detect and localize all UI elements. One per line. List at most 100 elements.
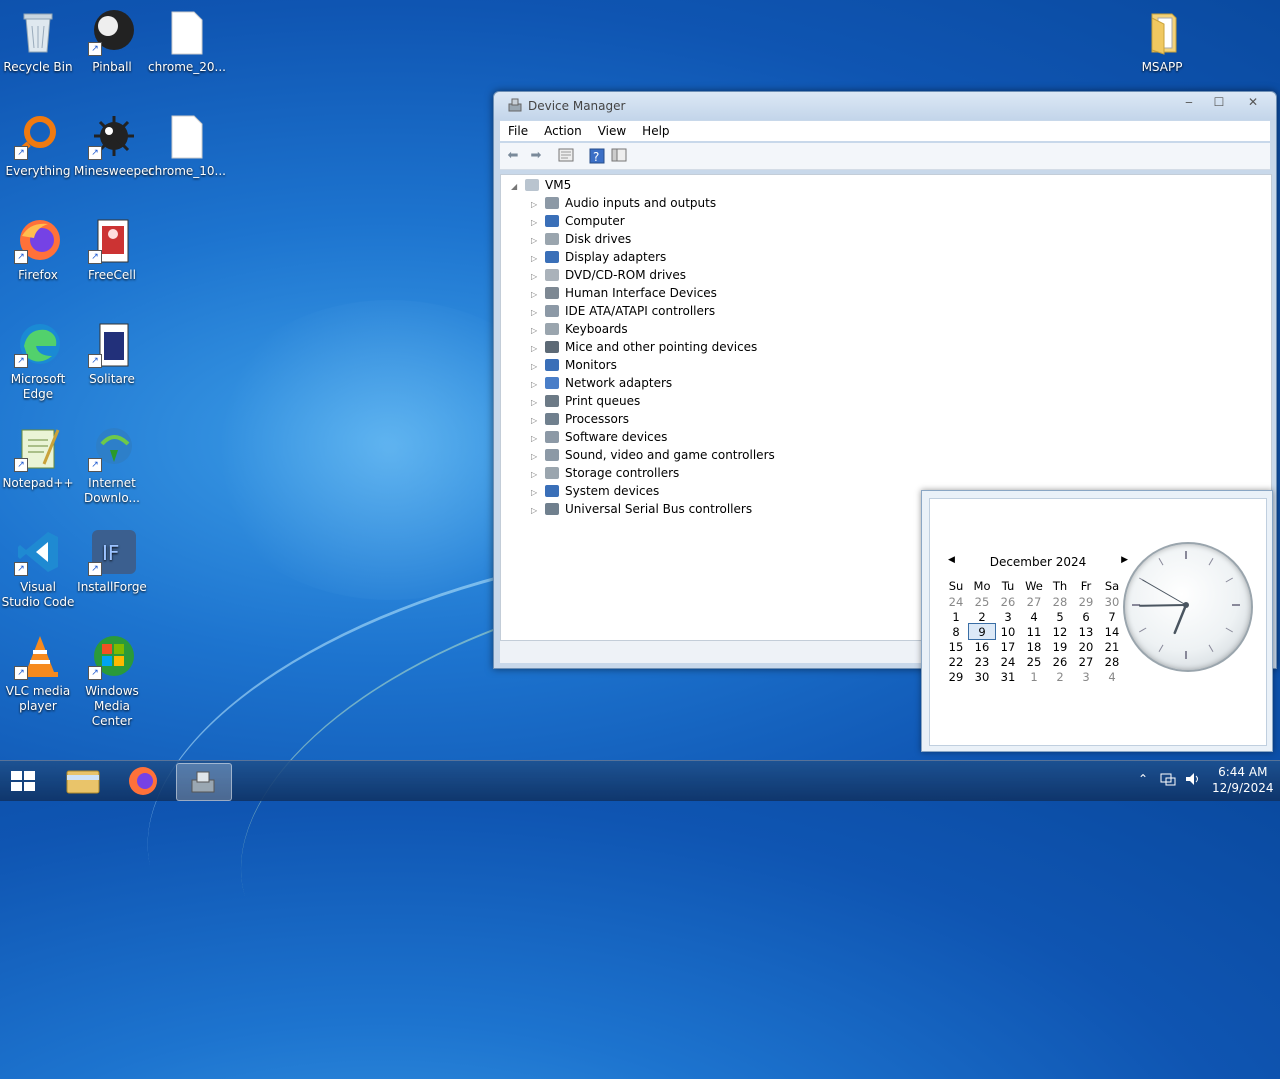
tree-category[interactable]: ▷ Sound, video and game controllers <box>531 446 775 464</box>
desktop-icon-recycle-bin[interactable]: Recycle Bin <box>0 4 76 75</box>
tree-category[interactable]: ▷ Disk drives <box>531 230 631 248</box>
calendar-day[interactable]: 16 <box>969 639 995 654</box>
calendar-day[interactable]: 3 <box>995 609 1021 624</box>
calendar-day[interactable]: 30 <box>969 669 995 684</box>
tree-category[interactable]: ▷ Computer <box>531 212 625 230</box>
calendar-day[interactable]: 17 <box>995 639 1021 654</box>
tree-category[interactable]: ▷ Keyboards <box>531 320 628 338</box>
volume-icon[interactable] <box>1184 771 1200 790</box>
desktop-icon-freecell[interactable]: ↗ FreeCell <box>74 212 150 283</box>
help-icon[interactable]: ? <box>588 148 606 164</box>
properties-icon[interactable] <box>557 148 575 164</box>
show-hide-console-icon[interactable] <box>610 148 628 164</box>
back-arrow-icon[interactable]: ⬅ <box>504 148 522 164</box>
desktop-icon-solitaire[interactable]: ↗ Solitare <box>74 316 150 387</box>
collapse-arrow-icon[interactable]: ◢ <box>511 178 521 196</box>
calendar-day[interactable]: 24 <box>943 594 969 609</box>
title-bar[interactable]: Device Manager ‒ ☐ ✕ <box>494 92 1276 120</box>
calendar-day[interactable]: 29 <box>1073 594 1099 609</box>
tree-category[interactable]: ▷ System devices <box>531 482 659 500</box>
desktop-icon-pinball[interactable]: ↗ Pinball <box>74 4 150 75</box>
tree-category[interactable]: ▷ Processors <box>531 410 629 428</box>
chevron-up-icon[interactable]: ⌃ <box>1138 772 1148 786</box>
desktop-icon-notepadpp[interactable]: ↗ Notepad++ <box>0 420 76 491</box>
desktop-icon-media-center[interactable]: ↗ Windows Media Center <box>74 628 150 729</box>
calendar-day[interactable]: 31 <box>995 669 1021 684</box>
calendar-day[interactable]: 1 <box>943 609 969 624</box>
calendar-day[interactable]: 9 <box>968 623 996 640</box>
calendar-day[interactable]: 30 <box>1099 594 1125 609</box>
desktop-icon-minesweeper[interactable]: ↗ Minesweeper <box>74 108 153 179</box>
tree-category[interactable]: ▷ IDE ATA/ATAPI controllers <box>531 302 715 320</box>
calendar-day[interactable]: 5 <box>1047 609 1073 624</box>
calendar-day[interactable]: 28 <box>1099 654 1125 669</box>
calendar-day[interactable]: 28 <box>1047 594 1073 609</box>
desktop-icon-everything[interactable]: ↗ Everything <box>0 108 76 179</box>
calendar-day[interactable]: 26 <box>1047 654 1073 669</box>
calendar-day[interactable]: 26 <box>995 594 1021 609</box>
calendar-day[interactable]: 23 <box>969 654 995 669</box>
desktop-icon-installforge[interactable]: IF ↗ InstallForge <box>74 524 150 595</box>
tree-category[interactable]: ▷ Storage controllers <box>531 464 679 482</box>
menu-view[interactable]: View <box>590 121 634 138</box>
calendar-month-label[interactable]: December 2024 <box>948 555 1128 569</box>
taskbar-file-explorer[interactable] <box>56 763 110 799</box>
calendar-day[interactable]: 3 <box>1073 669 1099 684</box>
calendar-day[interactable]: 25 <box>969 594 995 609</box>
tree-root-vm5[interactable]: ◢ VM5 <box>511 176 571 194</box>
calendar-day[interactable]: 29 <box>943 669 969 684</box>
tree-category[interactable]: ▷ Monitors <box>531 356 617 374</box>
desktop-icon-chrome-20[interactable]: chrome_20... <box>148 4 226 75</box>
desktop-icon-vlc[interactable]: ↗ VLC media player <box>0 628 76 714</box>
tree-category[interactable]: ▷ Software devices <box>531 428 667 446</box>
calendar-day[interactable]: 27 <box>1021 594 1047 609</box>
tree-category[interactable]: ▷ Print queues <box>531 392 640 410</box>
network-icon[interactable] <box>1160 771 1176 790</box>
calendar-day[interactable]: 18 <box>1021 639 1047 654</box>
calendar-day[interactable]: 12 <box>1047 624 1073 639</box>
calendar-day[interactable]: 25 <box>1021 654 1047 669</box>
desktop-icon-idm[interactable]: ↗ Internet Downlo... <box>74 420 150 506</box>
start-button[interactable] <box>0 763 46 799</box>
forward-arrow-icon[interactable]: ➡ <box>527 148 545 164</box>
tree-category[interactable]: ▷ Mice and other pointing devices <box>531 338 757 356</box>
calendar-day[interactable]: 4 <box>1099 669 1125 684</box>
desktop-icon-edge[interactable]: ↗ Microsoft Edge <box>0 316 76 402</box>
close-button[interactable]: ✕ <box>1238 94 1268 110</box>
calendar-day[interactable]: 22 <box>943 654 969 669</box>
menu-file[interactable]: File <box>500 121 536 138</box>
expand-arrow-icon[interactable]: ▷ <box>531 502 541 520</box>
tray-clock[interactable]: 6:44 AM 12/9/2024 <box>1212 764 1274 796</box>
menu-help[interactable]: Help <box>634 121 677 138</box>
calendar-day[interactable]: 13 <box>1073 624 1099 639</box>
calendar-day[interactable]: 8 <box>943 624 969 639</box>
calendar-day[interactable]: 6 <box>1073 609 1099 624</box>
calendar-day[interactable]: 19 <box>1047 639 1073 654</box>
calendar-day[interactable]: 27 <box>1073 654 1099 669</box>
calendar-day[interactable]: 2 <box>969 609 995 624</box>
calendar-day[interactable]: 2 <box>1047 669 1073 684</box>
calendar-day[interactable]: 1 <box>1021 669 1047 684</box>
tree-category[interactable]: ▷ Display adapters <box>531 248 666 266</box>
tree-category[interactable]: ▷ Human Interface Devices <box>531 284 717 302</box>
calendar-day[interactable]: 4 <box>1021 609 1047 624</box>
calendar-day[interactable]: 11 <box>1021 624 1047 639</box>
desktop-icon-vscode[interactable]: ↗ Visual Studio Code <box>0 524 76 610</box>
calendar-day[interactable]: 21 <box>1099 639 1125 654</box>
calendar-day[interactable]: 14 <box>1099 624 1125 639</box>
minimize-button[interactable]: ‒ <box>1174 94 1204 110</box>
desktop-icon-chrome-10[interactable]: chrome_10... <box>148 108 226 179</box>
menu-action[interactable]: Action <box>536 121 590 138</box>
calendar-day[interactable]: 10 <box>995 624 1021 639</box>
calendar-day[interactable]: 20 <box>1073 639 1099 654</box>
calendar-day[interactable]: 24 <box>995 654 1021 669</box>
calendar-day[interactable]: 15 <box>943 639 969 654</box>
desktop-icon-msapp[interactable]: MSAPP <box>1124 4 1200 75</box>
desktop-icon-firefox[interactable]: ↗ Firefox <box>0 212 76 283</box>
calendar-day[interactable]: 7 <box>1099 609 1125 624</box>
maximize-button[interactable]: ☐ <box>1204 94 1234 110</box>
tree-category[interactable]: ▷ Network adapters <box>531 374 672 392</box>
taskbar-firefox[interactable] <box>116 763 170 799</box>
taskbar-device-manager[interactable] <box>176 763 232 801</box>
tree-category[interactable]: ▷ Audio inputs and outputs <box>531 194 716 212</box>
